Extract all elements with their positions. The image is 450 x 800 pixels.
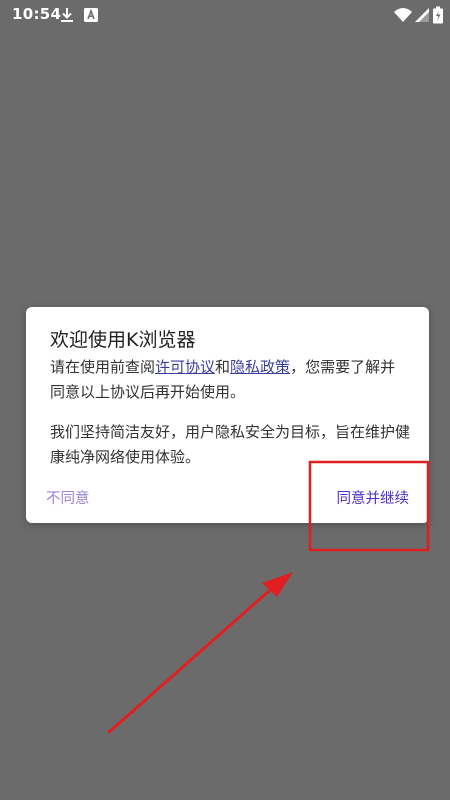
download-icon <box>61 8 73 22</box>
privacy-policy-link[interactable]: 隐私政策 <box>230 358 290 376</box>
agree-continue-button[interactable]: 同意并继续 <box>337 487 410 508</box>
status-time: 10:54 <box>12 5 62 23</box>
disagree-button[interactable]: 不同意 <box>46 487 90 508</box>
dialog-title: 欢迎使用K浏览器 <box>50 329 196 351</box>
license-agreement-link[interactable]: 许可协议 <box>155 358 215 376</box>
paragraph-text: 请在使用前查阅 <box>50 358 156 376</box>
privacy-dialog: 欢迎使用K浏览器 请在使用前查阅许可协议和隐私政策，您需要了解并同意以上协议后再… <box>26 307 429 523</box>
dialog-paragraph-commitment: 我们坚持简洁友好，用户隐私安全为目标，旨在维护健康纯净网络使用体验。 <box>50 423 411 466</box>
arrow-head <box>262 572 293 597</box>
signal-icon <box>415 8 429 22</box>
translate-icon <box>84 8 98 22</box>
battery-icon <box>433 6 443 24</box>
status-bar: 10:54 <box>0 0 450 30</box>
dialog-paragraph-agreements: 请在使用前查阅许可协议和隐私政策，您需要了解并同意以上协议后再开始使用。 <box>50 355 410 405</box>
wifi-icon <box>394 8 412 22</box>
arrow-shaft <box>107 581 279 735</box>
paragraph-text: 和 <box>215 358 231 376</box>
